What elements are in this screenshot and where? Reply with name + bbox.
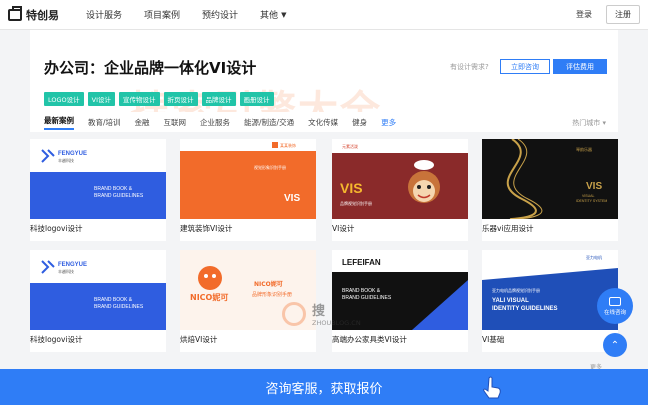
tag-fold-design[interactable]: 折页设计	[163, 92, 198, 106]
tag-logo-design[interactable]: LOGO设计	[44, 92, 84, 106]
tab-internet[interactable]: 互联网	[164, 117, 187, 128]
thumb-line1: VISUAL	[582, 194, 595, 198]
tab-education[interactable]: 教育/培训	[88, 117, 121, 128]
tab-energy[interactable]: 能源/制造/交通	[244, 117, 294, 128]
site-watermark: 搜 ZHOUBLOG.CN	[282, 300, 361, 327]
tab-latest-cases[interactable]: 最新案例	[44, 115, 74, 130]
case-thumbnail[interactable]: FENGYUE 丰越科技 BRAND BOOK & BRAND GUIDELIN…	[30, 250, 166, 330]
brand-name-text: NICO妮可	[190, 292, 228, 302]
magnifier-icon	[282, 301, 306, 326]
brand-logo[interactable]: 特创易	[8, 5, 78, 23]
nav-project-cases[interactable]: 项目案例	[144, 8, 180, 21]
brand-sub-text: 丰越科技	[58, 268, 74, 274]
case-thumbnail[interactable]: 琴韵乐器 VIS VISUAL IDENTITY SYSTEM	[482, 139, 618, 219]
top-nav-bar: 特创易 设计服务 项目案例 预约设计 其他 ▼ 登录 注册	[0, 0, 648, 30]
brand-sub-text: 丰越科技	[58, 157, 74, 163]
case-thumbnail[interactable]: 某某装饰 视觉形象识别手册 VIS	[180, 139, 316, 219]
tag-promo-design[interactable]: 宣传物设计	[119, 92, 160, 106]
category-tabs: 最新案例 教育/培训 金融 互联网 企业服务 能源/制造/交通 文化传媒 健身 …	[30, 112, 618, 132]
brand-name-text: 亚力电机	[586, 254, 602, 260]
nav-design-services[interactable]: 设计服务	[86, 8, 122, 21]
case-thumbnail[interactable]: 元素活泼 VIS 品牌视觉识别手册	[332, 139, 468, 219]
brand-name-text: LEFEIFAN	[342, 258, 381, 267]
brand-name-text: 某某装饰	[280, 142, 296, 148]
watermark-cn: 搜	[312, 304, 326, 319]
case-title[interactable]: 乐器vi应用设计	[482, 223, 534, 234]
main-nav: 设计服务 项目案例 预约设计 其他 ▼	[86, 8, 308, 22]
thumb-vis: VIS	[284, 193, 300, 204]
case-card[interactable]: FENGYUE 丰越科技 BRAND BOOK & BRAND GUIDELIN…	[30, 139, 166, 241]
brand-name: 特创易	[26, 8, 59, 22]
case-title[interactable]: 烘焙VI设计	[180, 334, 217, 345]
hand-pointer-icon	[483, 376, 501, 399]
tab-more[interactable]: 更多	[381, 117, 396, 128]
login-link[interactable]: 登录	[576, 9, 592, 20]
tag-album-design[interactable]: 画册设计	[239, 92, 274, 106]
tag-vi-design[interactable]: VI设计	[87, 92, 116, 106]
case-title[interactable]: 高端办公家具类VI设计	[332, 334, 407, 345]
tab-enterprise[interactable]: 企业服务	[200, 117, 230, 128]
brand-name-text: FENGYUE	[58, 151, 87, 157]
tab-finance[interactable]: 金融	[135, 117, 150, 128]
tv-logo-icon	[8, 5, 22, 21]
bottom-cta-text[interactable]: 咨询客服，获取报价	[265, 378, 382, 397]
tab-culture[interactable]: 文化传媒	[308, 117, 338, 128]
chat-icon	[609, 296, 621, 306]
register-button[interactable]: 注册	[606, 5, 640, 24]
bottom-cta-bar[interactable]: 咨询客服，获取报价	[0, 369, 648, 405]
hot-city-dropdown[interactable]: 热门城市 ▾	[572, 118, 606, 128]
case-title[interactable]: 科技logovi设计	[30, 223, 83, 234]
thumb-line2: BRAND GUIDELINES	[94, 304, 144, 310]
consult-now-button[interactable]: 立即咨询	[500, 59, 550, 74]
case-card[interactable]: FENGYUE 丰越科技 BRAND BOOK & BRAND GUIDELIN…	[30, 250, 166, 352]
page-title: 办公司：企业品牌一体化VI设计	[44, 59, 257, 77]
thumb-line1: NICO妮可	[254, 280, 283, 288]
nav-book-design[interactable]: 预约设计	[202, 8, 238, 21]
case-thumbnail[interactable]: FENGYUE 丰越科技 BRAND BOOK & BRAND GUIDELIN…	[30, 139, 166, 219]
case-card[interactable]: 元素活泼 VIS 品牌视觉识别手册 VI设计	[332, 139, 468, 241]
back-to-top-button[interactable]: ⌃	[603, 333, 627, 357]
case-card[interactable]: 琴韵乐器 VIS VISUAL IDENTITY SYSTEM 乐器vi应用设计	[482, 139, 618, 241]
case-title[interactable]: 建筑装饰VI设计	[180, 223, 232, 234]
chevron-down-icon: ▼	[281, 10, 287, 19]
estimate-cost-button[interactable]: 评估费用	[553, 59, 607, 74]
arrow-up-icon: ⌃	[610, 339, 620, 351]
nav-other[interactable]: 其他 ▼	[260, 8, 287, 22]
thumb-line2: 品牌形象识别手册	[252, 291, 292, 298]
thumb-line1: BRAND BOOK &	[342, 288, 381, 294]
thumb-line1: BRAND BOOK &	[94, 297, 133, 303]
need-design-text: 有设计需求?	[450, 63, 489, 71]
thumb-line2: IDENTITY SYSTEM	[576, 199, 607, 203]
online-consult-button[interactable]: 在线咨询	[597, 288, 633, 324]
thumb-label: 视觉形象识别手册	[254, 164, 286, 170]
service-tags: LOGO设计 VI设计 宣传物设计 折页设计 品牌设计 画册设计	[44, 92, 278, 106]
thumb-line1: 亚力电机品牌视觉识别手册	[492, 287, 540, 293]
thumb-vis: VIS	[586, 181, 602, 192]
case-thumbnail[interactable]: 亚力电机 亚力电机品牌视觉识别手册 YALI VISUAL IDENTITY G…	[482, 250, 618, 330]
case-card[interactable]: 某某装饰 视觉形象识别手册 VIS 建筑装饰VI设计	[180, 139, 316, 241]
case-title[interactable]: VI基础	[482, 334, 504, 345]
watermark-en: ZHOUBLOG.CN	[312, 319, 361, 327]
brand-name-text: 琴韵乐器	[576, 146, 592, 152]
thumb-line2: YALI VISUAL	[492, 298, 529, 304]
thumb-line3: IDENTITY GUIDELINES	[492, 306, 558, 312]
thumb-line2: BRAND GUIDELINES	[94, 193, 144, 199]
tab-fitness[interactable]: 健身	[352, 117, 367, 128]
thumb-line1: BRAND BOOK &	[94, 186, 133, 192]
case-title[interactable]: 科技logovi设计	[30, 334, 83, 345]
thumb-vis: VIS	[340, 180, 363, 196]
brand-name-text: FENGYUE	[58, 262, 87, 268]
tag-brand-design[interactable]: 品牌设计	[201, 92, 236, 106]
brand-name-text: 元素活泼	[342, 143, 358, 149]
online-consult-label: 在线咨询	[603, 309, 626, 316]
thumb-label: 品牌视觉识别手册	[340, 200, 372, 206]
case-title[interactable]: VI设计	[332, 223, 354, 234]
